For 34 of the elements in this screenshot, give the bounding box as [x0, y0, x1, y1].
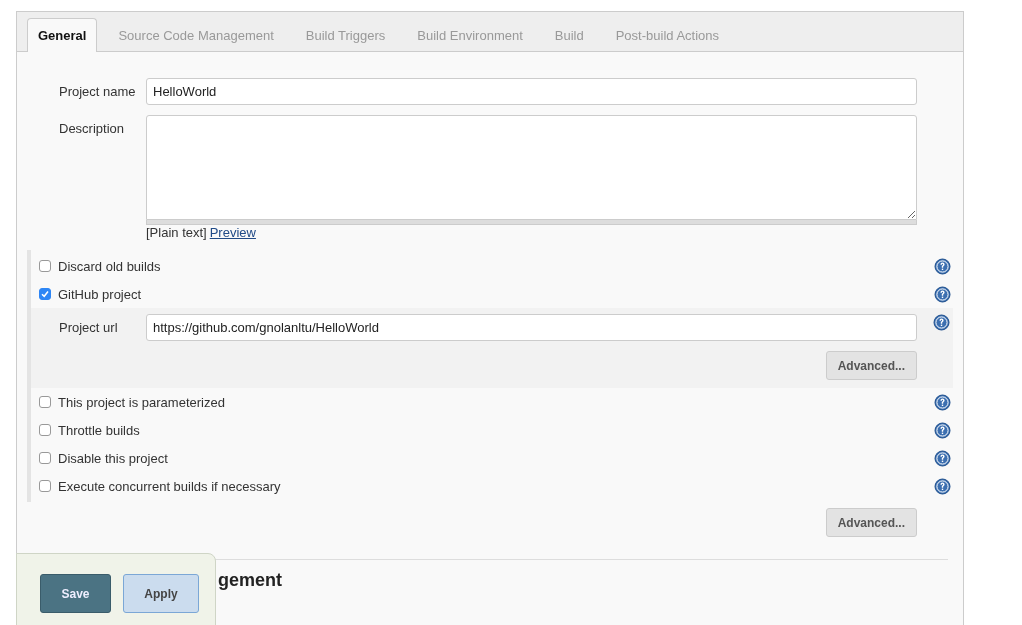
- option-label: GitHub project: [58, 286, 143, 302]
- option-label: Throttle builds: [58, 422, 141, 438]
- checkbox[interactable]: [39, 260, 51, 272]
- checkbox[interactable]: [39, 396, 51, 408]
- checkbox[interactable]: [39, 424, 51, 436]
- option-label: Execute concurrent builds if necessary: [58, 478, 282, 494]
- help-icon[interactable]: [934, 449, 951, 467]
- help-icon[interactable]: [934, 477, 951, 495]
- help-icon[interactable]: [934, 421, 951, 439]
- advanced-button[interactable]: Advanced...: [825, 508, 917, 537]
- field-label: Description: [59, 120, 126, 136]
- project-url-field[interactable]: https://github.com/gnolanltu/HelloWorld: [146, 314, 917, 341]
- preview-link[interactable]: Preview: [209, 225, 256, 240]
- section-heading: gement: [218, 570, 282, 591]
- help-icon[interactable]: [934, 257, 951, 275]
- tab[interactable]: General: [27, 18, 98, 52]
- option-label: This project is parameterized: [58, 394, 226, 410]
- apply-button[interactable]: Apply: [123, 574, 199, 613]
- description-field[interactable]: [146, 115, 917, 220]
- resize-grip[interactable]: [146, 220, 917, 225]
- help-icon[interactable]: [934, 393, 951, 411]
- project-name-field[interactable]: HelloWorld: [146, 78, 917, 105]
- checkbox[interactable]: [39, 452, 51, 464]
- save-button[interactable]: Save: [40, 574, 111, 613]
- help-icon[interactable]: [933, 314, 950, 331]
- checkbox[interactable]: [39, 288, 51, 300]
- field-label: Project url: [59, 319, 119, 335]
- format-note: [Plain text]: [146, 225, 207, 240]
- option-label: Disable this project: [58, 450, 169, 466]
- field-label: Project name: [59, 83, 137, 99]
- checkbox[interactable]: [39, 480, 51, 492]
- advanced-button[interactable]: Advanced...: [825, 351, 917, 380]
- help-icon[interactable]: [934, 285, 951, 303]
- option-label: Discard old builds: [58, 258, 162, 274]
